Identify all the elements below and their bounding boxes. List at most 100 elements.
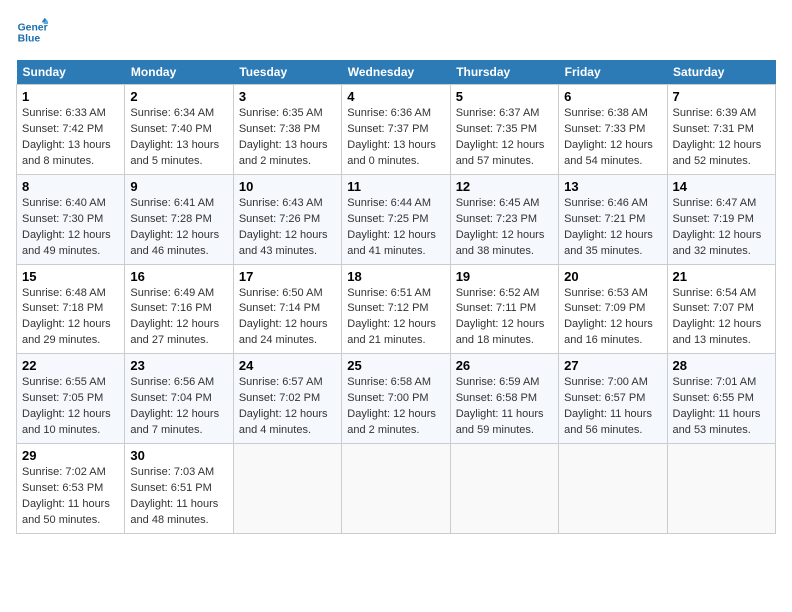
day-info: Sunrise: 7:01 AM Sunset: 6:55 PM Dayligh… bbox=[673, 375, 770, 439]
week-row-3: 15 Sunrise: 6:48 AM Sunset: 7:18 PM Dayl… bbox=[17, 264, 776, 354]
day-number: 20 bbox=[564, 269, 661, 284]
day-number: 21 bbox=[673, 269, 770, 284]
day-info: Sunrise: 6:33 AM Sunset: 7:42 PM Dayligh… bbox=[22, 106, 119, 170]
day-info: Sunrise: 6:40 AM Sunset: 7:30 PM Dayligh… bbox=[22, 196, 119, 260]
col-header-monday: Monday bbox=[125, 60, 233, 85]
col-header-sunday: Sunday bbox=[17, 60, 125, 85]
day-cell: 3 Sunrise: 6:35 AM Sunset: 7:38 PM Dayli… bbox=[233, 85, 341, 175]
day-info: Sunrise: 6:34 AM Sunset: 7:40 PM Dayligh… bbox=[130, 106, 227, 170]
day-number: 15 bbox=[22, 269, 119, 284]
day-info: Sunrise: 6:58 AM Sunset: 7:00 PM Dayligh… bbox=[347, 375, 444, 439]
week-row-4: 22 Sunrise: 6:55 AM Sunset: 7:05 PM Dayl… bbox=[17, 354, 776, 444]
day-info: Sunrise: 6:49 AM Sunset: 7:16 PM Dayligh… bbox=[130, 286, 227, 350]
day-cell: 9 Sunrise: 6:41 AM Sunset: 7:28 PM Dayli… bbox=[125, 174, 233, 264]
day-number: 11 bbox=[347, 179, 444, 194]
day-number: 29 bbox=[22, 448, 119, 463]
day-cell: 24 Sunrise: 6:57 AM Sunset: 7:02 PM Dayl… bbox=[233, 354, 341, 444]
day-info: Sunrise: 6:46 AM Sunset: 7:21 PM Dayligh… bbox=[564, 196, 661, 260]
day-cell: 22 Sunrise: 6:55 AM Sunset: 7:05 PM Dayl… bbox=[17, 354, 125, 444]
day-number: 28 bbox=[673, 358, 770, 373]
day-info: Sunrise: 6:41 AM Sunset: 7:28 PM Dayligh… bbox=[130, 196, 227, 260]
day-number: 30 bbox=[130, 448, 227, 463]
col-header-tuesday: Tuesday bbox=[233, 60, 341, 85]
day-info: Sunrise: 6:45 AM Sunset: 7:23 PM Dayligh… bbox=[456, 196, 553, 260]
day-number: 4 bbox=[347, 89, 444, 104]
day-number: 24 bbox=[239, 358, 336, 373]
day-number: 1 bbox=[22, 89, 119, 104]
day-info: Sunrise: 7:00 AM Sunset: 6:57 PM Dayligh… bbox=[564, 375, 661, 439]
col-header-friday: Friday bbox=[559, 60, 667, 85]
week-row-5: 29 Sunrise: 7:02 AM Sunset: 6:53 PM Dayl… bbox=[17, 444, 776, 534]
day-cell: 11 Sunrise: 6:44 AM Sunset: 7:25 PM Dayl… bbox=[342, 174, 450, 264]
day-cell: 8 Sunrise: 6:40 AM Sunset: 7:30 PM Dayli… bbox=[17, 174, 125, 264]
day-info: Sunrise: 7:03 AM Sunset: 6:51 PM Dayligh… bbox=[130, 465, 227, 529]
day-cell: 19 Sunrise: 6:52 AM Sunset: 7:11 PM Dayl… bbox=[450, 264, 558, 354]
day-info: Sunrise: 6:54 AM Sunset: 7:07 PM Dayligh… bbox=[673, 286, 770, 350]
day-cell: 1 Sunrise: 6:33 AM Sunset: 7:42 PM Dayli… bbox=[17, 85, 125, 175]
header-row: SundayMondayTuesdayWednesdayThursdayFrid… bbox=[17, 60, 776, 85]
week-row-1: 1 Sunrise: 6:33 AM Sunset: 7:42 PM Dayli… bbox=[17, 85, 776, 175]
col-header-wednesday: Wednesday bbox=[342, 60, 450, 85]
day-info: Sunrise: 6:47 AM Sunset: 7:19 PM Dayligh… bbox=[673, 196, 770, 260]
day-cell: 13 Sunrise: 6:46 AM Sunset: 7:21 PM Dayl… bbox=[559, 174, 667, 264]
calendar-table: SundayMondayTuesdayWednesdayThursdayFrid… bbox=[16, 60, 776, 534]
day-number: 12 bbox=[456, 179, 553, 194]
day-info: Sunrise: 6:59 AM Sunset: 6:58 PM Dayligh… bbox=[456, 375, 553, 439]
day-cell: 27 Sunrise: 7:00 AM Sunset: 6:57 PM Dayl… bbox=[559, 354, 667, 444]
day-cell: 4 Sunrise: 6:36 AM Sunset: 7:37 PM Dayli… bbox=[342, 85, 450, 175]
logo-icon: General Blue bbox=[16, 16, 48, 48]
day-number: 13 bbox=[564, 179, 661, 194]
day-info: Sunrise: 6:37 AM Sunset: 7:35 PM Dayligh… bbox=[456, 106, 553, 170]
day-cell: 6 Sunrise: 6:38 AM Sunset: 7:33 PM Dayli… bbox=[559, 85, 667, 175]
day-info: Sunrise: 6:44 AM Sunset: 7:25 PM Dayligh… bbox=[347, 196, 444, 260]
day-info: Sunrise: 6:51 AM Sunset: 7:12 PM Dayligh… bbox=[347, 286, 444, 350]
day-cell: 12 Sunrise: 6:45 AM Sunset: 7:23 PM Dayl… bbox=[450, 174, 558, 264]
day-cell: 29 Sunrise: 7:02 AM Sunset: 6:53 PM Dayl… bbox=[17, 444, 125, 534]
day-cell: 28 Sunrise: 7:01 AM Sunset: 6:55 PM Dayl… bbox=[667, 354, 775, 444]
week-row-2: 8 Sunrise: 6:40 AM Sunset: 7:30 PM Dayli… bbox=[17, 174, 776, 264]
logo: General Blue bbox=[16, 16, 48, 48]
day-cell bbox=[559, 444, 667, 534]
day-cell bbox=[450, 444, 558, 534]
day-cell: 2 Sunrise: 6:34 AM Sunset: 7:40 PM Dayli… bbox=[125, 85, 233, 175]
day-info: Sunrise: 7:02 AM Sunset: 6:53 PM Dayligh… bbox=[22, 465, 119, 529]
day-number: 25 bbox=[347, 358, 444, 373]
day-info: Sunrise: 6:55 AM Sunset: 7:05 PM Dayligh… bbox=[22, 375, 119, 439]
day-info: Sunrise: 6:56 AM Sunset: 7:04 PM Dayligh… bbox=[130, 375, 227, 439]
day-number: 23 bbox=[130, 358, 227, 373]
day-number: 5 bbox=[456, 89, 553, 104]
day-number: 8 bbox=[22, 179, 119, 194]
day-number: 16 bbox=[130, 269, 227, 284]
day-info: Sunrise: 6:35 AM Sunset: 7:38 PM Dayligh… bbox=[239, 106, 336, 170]
day-number: 3 bbox=[239, 89, 336, 104]
day-cell: 30 Sunrise: 7:03 AM Sunset: 6:51 PM Dayl… bbox=[125, 444, 233, 534]
day-number: 19 bbox=[456, 269, 553, 284]
day-number: 26 bbox=[456, 358, 553, 373]
day-number: 10 bbox=[239, 179, 336, 194]
day-cell: 21 Sunrise: 6:54 AM Sunset: 7:07 PM Dayl… bbox=[667, 264, 775, 354]
day-info: Sunrise: 6:43 AM Sunset: 7:26 PM Dayligh… bbox=[239, 196, 336, 260]
day-cell: 10 Sunrise: 6:43 AM Sunset: 7:26 PM Dayl… bbox=[233, 174, 341, 264]
day-number: 6 bbox=[564, 89, 661, 104]
col-header-saturday: Saturday bbox=[667, 60, 775, 85]
day-number: 27 bbox=[564, 358, 661, 373]
day-cell bbox=[233, 444, 341, 534]
svg-text:General: General bbox=[18, 22, 48, 33]
day-cell: 20 Sunrise: 6:53 AM Sunset: 7:09 PM Dayl… bbox=[559, 264, 667, 354]
day-cell: 5 Sunrise: 6:37 AM Sunset: 7:35 PM Dayli… bbox=[450, 85, 558, 175]
day-number: 18 bbox=[347, 269, 444, 284]
day-cell: 14 Sunrise: 6:47 AM Sunset: 7:19 PM Dayl… bbox=[667, 174, 775, 264]
day-info: Sunrise: 6:36 AM Sunset: 7:37 PM Dayligh… bbox=[347, 106, 444, 170]
day-cell: 7 Sunrise: 6:39 AM Sunset: 7:31 PM Dayli… bbox=[667, 85, 775, 175]
day-cell: 18 Sunrise: 6:51 AM Sunset: 7:12 PM Dayl… bbox=[342, 264, 450, 354]
day-number: 7 bbox=[673, 89, 770, 104]
day-number: 2 bbox=[130, 89, 227, 104]
day-number: 22 bbox=[22, 358, 119, 373]
day-cell: 15 Sunrise: 6:48 AM Sunset: 7:18 PM Dayl… bbox=[17, 264, 125, 354]
day-info: Sunrise: 6:52 AM Sunset: 7:11 PM Dayligh… bbox=[456, 286, 553, 350]
col-header-thursday: Thursday bbox=[450, 60, 558, 85]
day-cell: 25 Sunrise: 6:58 AM Sunset: 7:00 PM Dayl… bbox=[342, 354, 450, 444]
day-cell: 23 Sunrise: 6:56 AM Sunset: 7:04 PM Dayl… bbox=[125, 354, 233, 444]
day-info: Sunrise: 6:38 AM Sunset: 7:33 PM Dayligh… bbox=[564, 106, 661, 170]
svg-text:Blue: Blue bbox=[18, 34, 41, 45]
